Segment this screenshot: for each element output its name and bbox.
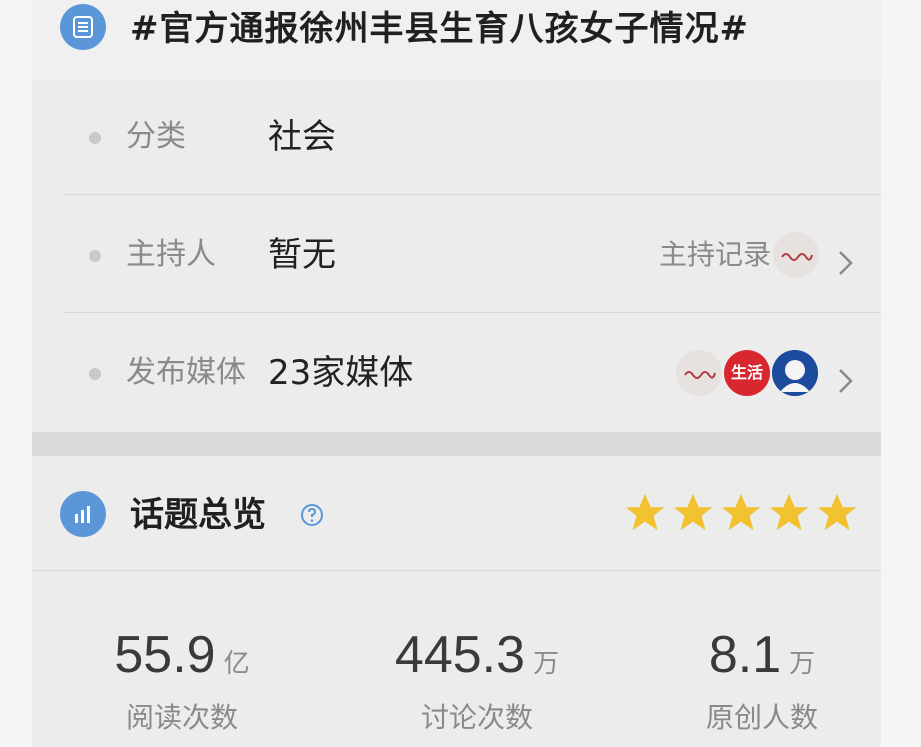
original-author-stat: 8.1 万 原创人数 — [682, 620, 842, 738]
rating-stars — [622, 490, 862, 536]
host-value: 暂无 — [268, 235, 336, 275]
gm-daily-avatar — [676, 350, 722, 396]
person-avatar — [772, 350, 818, 396]
category-value: 社会 — [268, 117, 336, 157]
media-value: 23家媒体 — [268, 353, 414, 393]
star-icon — [769, 493, 809, 531]
bullet-dot — [89, 250, 101, 262]
star-icon — [721, 493, 761, 531]
divider — [64, 312, 881, 313]
topic-header: #官方通报徐州丰县生育八孩女子情况# — [32, 0, 881, 80]
section-separator — [32, 432, 881, 456]
read-count-number: 55.9 — [114, 626, 216, 684]
read-count-unit: 亿 — [223, 648, 250, 678]
category-label: 分类 — [126, 119, 186, 154]
category-row: 分类 社会 — [32, 78, 881, 196]
host-row[interactable]: 主持人 暂无 主持记录 — [32, 196, 881, 314]
star-icon — [673, 493, 713, 531]
star-icon — [625, 493, 665, 531]
read-count-caption: 阅读次数 — [125, 701, 238, 734]
bullet-dot — [89, 368, 101, 380]
overview-title: 话题总览 — [130, 495, 266, 535]
original-author-unit: 万 — [789, 648, 816, 678]
discussion-count-caption: 讨论次数 — [420, 701, 533, 734]
divider — [64, 194, 881, 195]
discussion-count-unit: 万 — [533, 648, 560, 678]
bar-chart-icon — [60, 491, 106, 537]
host-label: 主持人 — [126, 237, 216, 272]
shenghuo-avatar: 生活 — [724, 350, 770, 396]
divider — [32, 570, 881, 571]
chevron-right-icon[interactable] — [836, 366, 856, 396]
topic-card: #官方通报徐州丰县生育八孩女子情况# 分类 社会 主持人 暂无 主持记录 发布媒… — [32, 0, 881, 747]
chevron-right-icon[interactable] — [836, 248, 856, 278]
gm-daily-avatar — [773, 232, 819, 278]
original-author-caption: 原创人数 — [705, 701, 818, 734]
discussion-count-stat: 445.3 万 讨论次数 — [372, 620, 582, 738]
topic-title: #官方通报徐州丰县生育八孩女子情况# — [130, 9, 749, 49]
shenghuo-avatar-text: 生活 — [730, 363, 763, 382]
list-document-icon — [60, 4, 106, 50]
host-record-link[interactable]: 主持记录 — [659, 232, 771, 278]
bullet-dot — [89, 132, 101, 144]
star-icon — [817, 493, 857, 531]
read-count-stat: 55.9 亿 阅读次数 — [92, 620, 272, 738]
media-label: 发布媒体 — [126, 355, 246, 390]
original-author-number: 8.1 — [708, 626, 782, 684]
question-circle-icon[interactable] — [300, 503, 324, 527]
media-row[interactable]: 发布媒体 23家媒体 生活 — [32, 314, 881, 432]
discussion-count-number: 445.3 — [394, 626, 526, 684]
